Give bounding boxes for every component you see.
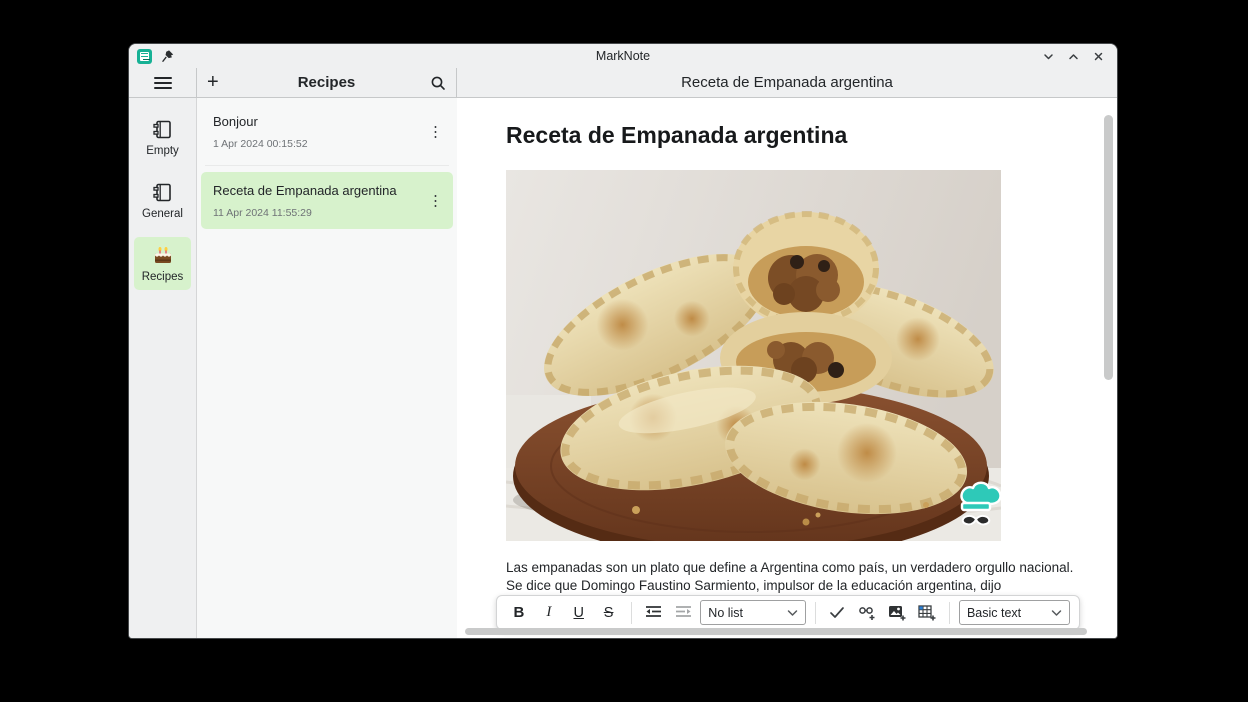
toolbar-separator [814,601,816,624]
empanada-photo[interactable] [506,170,1001,541]
notelist-header: + Recipes [197,68,457,97]
chevron-down-icon [787,609,797,616]
note-title: Receta de Empanada argentina [213,183,397,198]
note-editor[interactable]: Receta de Empanada argentina Las empanad… [457,98,1117,638]
note-title: Bonjour [213,114,258,129]
window-title: MarkNote [595,49,651,63]
sidebar-item-empty[interactable]: Empty [134,111,191,164]
checkmark-icon [830,607,845,618]
add-table-icon [918,604,936,620]
format-toolbar: B I U S No list Basic text [496,595,1080,630]
text-style-value: Basic text [966,605,1022,620]
sidebar-item-label: General [142,208,183,220]
italic-button[interactable]: I [536,601,562,625]
underline-button[interactable]: U [566,601,592,625]
marknote-window: MarkNote + Recipes Receta de Empanada ar… [129,44,1117,638]
note-separator [205,165,449,166]
notebook-title: Recipes [297,74,356,91]
toolbar-separator [949,601,950,624]
notebook-sidebar: Empty General Recipes [129,98,197,638]
list-style-dropdown[interactable]: No list [700,600,806,625]
insert-image-button[interactable] [884,601,910,625]
hamburger-icon [153,76,172,89]
insert-table-button[interactable] [914,601,940,625]
search-button[interactable] [430,75,446,91]
insert-link-button[interactable] [854,601,880,625]
document-paragraph: Las empanadas son un plato que define a … [506,560,1074,593]
text-style-dropdown[interactable]: Basic text [958,600,1070,625]
chevron-down-icon [1051,609,1062,616]
note-list: Bonjour 1 Apr 2024 00:15:52 ⋮ Receta de … [197,98,457,638]
checkbox-list-button[interactable] [824,601,850,625]
note-date: 11 Apr 2024 11:55:29 [213,207,312,219]
main-menu-button[interactable] [129,68,197,97]
note-title-header: Receta de Empanada argentina [681,74,893,91]
window-controls [1039,47,1117,65]
search-icon [431,76,445,90]
toolbar-separator [630,601,632,624]
titlebar: MarkNote [129,44,1117,68]
horizontal-scrollbar[interactable] [465,628,1087,635]
indent-less-icon [645,606,661,617]
note-card-bonjour[interactable]: Bonjour 1 Apr 2024 00:15:52 ⋮ [201,103,453,160]
sidebar-item-recipes[interactable]: Recipes [134,237,191,290]
notebook-icon [153,120,171,139]
increase-indent-button[interactable] [670,601,696,625]
add-link-icon [859,606,875,620]
add-image-icon [889,605,906,620]
close-button[interactable] [1089,47,1107,65]
document-heading: Receta de Empanada argentina [506,122,848,148]
sidebar-item-label: Empty [146,145,179,157]
notebook-icon [153,183,171,202]
header-row: + Recipes Receta de Empanada argentina [129,68,1117,98]
note-card-receta[interactable]: Receta de Empanada argentina 11 Apr 2024… [201,172,453,229]
minimize-button[interactable] [1039,47,1057,65]
indent-more-icon [675,606,691,617]
sidebar-item-label: Recipes [141,271,184,283]
maximize-button[interactable] [1064,47,1082,65]
decrease-indent-button[interactable] [641,601,667,625]
list-style-value: No list [708,605,744,620]
note-date: 1 Apr 2024 00:15:52 [213,138,308,150]
strikethrough-button[interactable]: S [596,601,622,625]
note-options-button[interactable]: ⋮ [428,124,443,139]
sidebar-item-general[interactable]: General [134,174,191,227]
note-options-button[interactable]: ⋮ [428,193,443,208]
vertical-scrollbar[interactable] [1104,115,1113,380]
birthday-cake-icon [154,247,171,263]
bold-button[interactable]: B [506,601,532,625]
